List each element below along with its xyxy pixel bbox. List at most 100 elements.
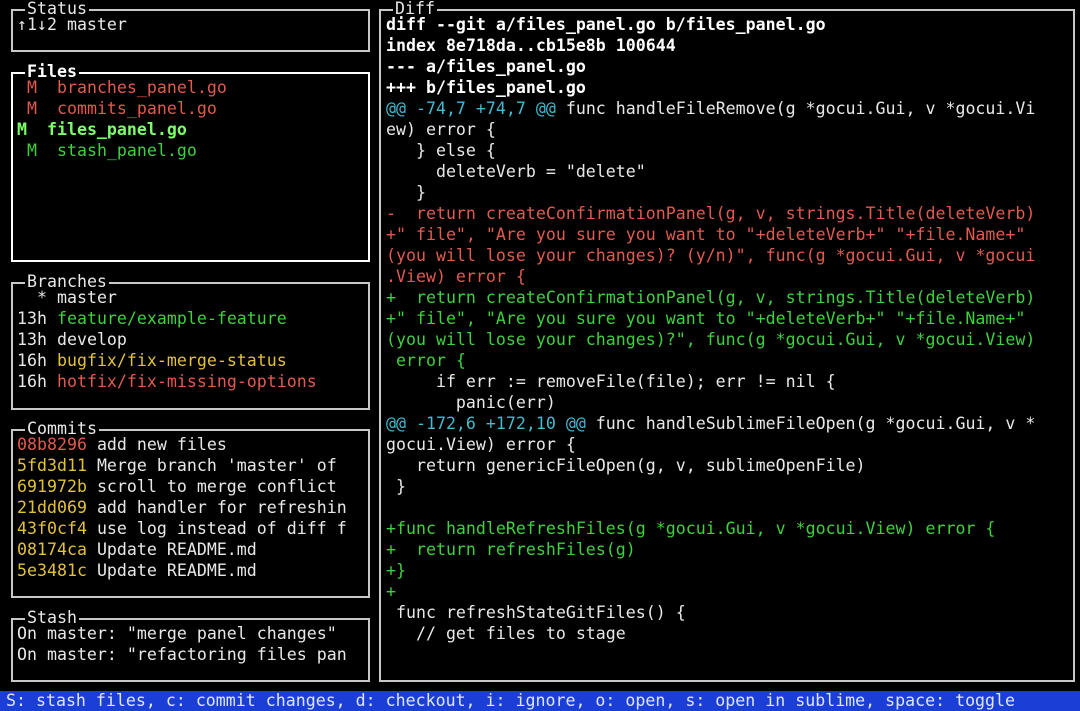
diff-line-text: (you will lose your changes)? (y/n)", fu… — [386, 246, 1036, 265]
diff-line: return genericFileOpen(g, v, sublimeOpen… — [386, 455, 1071, 476]
branch-age: 16h — [17, 351, 47, 370]
commit-sha: 5fd3d11 — [17, 456, 87, 475]
diff-line-text: +++ b/files_panel.go — [386, 78, 586, 97]
diff-line-text: return genericFileOpen(g, v, sublimeOpen… — [386, 456, 866, 475]
file-row[interactable]: M files_panel.go — [17, 119, 366, 140]
diff-line-text: +func handleRefreshFiles(g *gocui.Gui, v… — [386, 519, 996, 538]
commit-sha: 08b8296 — [17, 435, 87, 454]
commit-sha: 43f0cf4 — [17, 519, 87, 538]
diff-line-text: gocui.View) error { — [386, 435, 576, 454]
diff-line-text: diff --git a/files_panel.go b/files_pane… — [386, 15, 826, 34]
file-name: branches_panel.go — [56, 78, 227, 97]
branch-row[interactable]: 16h bugfix/fix-merge-status — [17, 350, 366, 371]
diff-line-text: if err := removeFile(file); err != nil { — [386, 372, 836, 391]
commit-row[interactable]: 43f0cf4 use log instead of diff f — [17, 518, 366, 539]
diff-line: diff --git a/files_panel.go b/files_pane… — [386, 14, 1071, 35]
diff-line-text: error { — [386, 351, 466, 370]
diff-line: +++ b/files_panel.go — [386, 77, 1071, 98]
diff-line: deleteVerb = "delete" — [386, 161, 1071, 182]
branch-name: master — [56, 288, 117, 307]
stash-row[interactable]: On master: "refactoring files pan — [17, 644, 366, 665]
branch-row[interactable]: 13h feature/example-feature — [17, 308, 366, 329]
branch-age: 16h — [17, 372, 47, 391]
diff-line-text: } — [386, 183, 426, 202]
commit-message: add handler for refreshin — [96, 498, 347, 517]
branch-name: hotfix/fix-missing-options — [56, 372, 317, 391]
branch-row[interactable]: * master — [17, 287, 366, 308]
commit-message: add new files — [96, 435, 227, 454]
diff-line-text: } else { — [386, 141, 496, 160]
file-status: M — [17, 120, 27, 139]
diff-line: --- a/files_panel.go — [386, 56, 1071, 77]
diff-line: panic(err) — [386, 392, 1071, 413]
diff-panel[interactable]: Diff diff --git a/files_panel.go b/files… — [379, 0, 1075, 682]
branches-list: * master 13h feature/example-feature 13h d… — [17, 287, 366, 406]
commits-panel[interactable]: Commits 08b8296 add new files 5fd3d11 Mer… — [11, 419, 370, 598]
commit-message: Update README.md — [96, 540, 257, 559]
branch-row[interactable]: 16h hotfix/fix-missing-options — [17, 371, 366, 392]
diff-line: (you will lose your changes)?", func(g *… — [386, 329, 1071, 350]
diff-line: +} — [386, 560, 1071, 581]
keybindings-bar: S: stash files, c: commit changes, d: ch… — [0, 691, 1080, 711]
branch-row[interactable]: 13h develop — [17, 329, 366, 350]
diff-line-text: +} — [386, 561, 406, 580]
file-row[interactable]: M branches_panel.go — [17, 77, 366, 98]
commit-row[interactable]: 21dd069 add handler for refreshin — [17, 497, 366, 518]
commit-row[interactable]: 5e3481c Update README.md — [17, 560, 366, 581]
diff-line: if err := removeFile(file); err != nil { — [386, 371, 1071, 392]
diff-line-text: - return createConfirmationPanel(g, v, s… — [386, 204, 1036, 223]
commit-row[interactable]: 5fd3d11 Merge branch 'master' of — [17, 455, 366, 476]
diff-content: diff --git a/files_panel.go b/files_pane… — [386, 14, 1071, 678]
file-name: commits_panel.go — [56, 99, 217, 118]
diff-line-text: } — [386, 477, 406, 496]
commit-row[interactable]: 08174ca Update README.md — [17, 539, 366, 560]
diff-line-text: index 8e718da..cb15e8b 100644 — [386, 36, 676, 55]
file-name: stash_panel.go — [56, 141, 197, 160]
diff-line: +" file", "Are you sure you want to "+de… — [386, 224, 1071, 245]
file-row[interactable]: M commits_panel.go — [17, 98, 366, 119]
branch-age: * — [17, 288, 47, 307]
diff-line: (you will lose your changes)? (y/n)", fu… — [386, 245, 1071, 266]
diff-line: } — [386, 476, 1071, 497]
diff-line-text: @@ -74,7 +74,7 @@ — [386, 99, 556, 118]
stash-list: On master: "merge panel changes" On maste… — [17, 623, 366, 678]
diff-line: + return refreshFiles(g) — [386, 539, 1071, 560]
commit-row[interactable]: 691972b scroll to merge conflict — [17, 476, 366, 497]
branch-age: 13h — [17, 330, 47, 349]
commit-message: use log instead of diff f — [96, 519, 347, 538]
diff-line: @@ -74,7 +74,7 @@ func handleFileRemove(… — [386, 98, 1071, 119]
diff-line-text: deleteVerb = "delete" — [386, 162, 646, 181]
diff-line: + return createConfirmationPanel(g, v, s… — [386, 287, 1071, 308]
file-status: M — [27, 78, 37, 97]
files-panel[interactable]: Files M branches_panel.go M commits_panel… — [11, 62, 370, 262]
files-list: M branches_panel.go M commits_panel.go M f… — [17, 77, 366, 258]
diff-line-text: + return refreshFiles(g) — [386, 540, 636, 559]
file-row[interactable]: M stash_panel.go — [17, 140, 366, 161]
stash-panel[interactable]: Stash On master: "merge panel changes" On… — [11, 608, 370, 682]
commit-sha: 691972b — [17, 477, 87, 496]
diff-line: - return createConfirmationPanel(g, v, s… — [386, 203, 1071, 224]
commit-row[interactable]: 08b8296 add new files — [17, 434, 366, 455]
diff-line: gocui.View) error { — [386, 434, 1071, 455]
diff-line: @@ -172,6 +172,10 @@ func handleSublimeF… — [386, 413, 1071, 434]
commits-list: 08b8296 add new files 5fd3d11 Merge branc… — [17, 434, 366, 594]
status-panel[interactable]: Status ↑1↓2 master — [11, 0, 370, 52]
diff-line: +" file", "Are you sure you want to "+de… — [386, 308, 1071, 329]
diff-line: } else { — [386, 140, 1071, 161]
diff-hunk-context: func handleFileRemove(g *gocui.Gui, v *g… — [555, 99, 1036, 118]
diff-line-text: +" file", "Are you sure you want to "+de… — [386, 309, 1026, 328]
stash-row[interactable]: On master: "merge panel changes" — [17, 623, 366, 644]
diff-line: } — [386, 182, 1071, 203]
branches-panel[interactable]: Branches * master 13h feature/example-fea… — [11, 272, 370, 410]
commit-message: Update README.md — [96, 561, 257, 580]
